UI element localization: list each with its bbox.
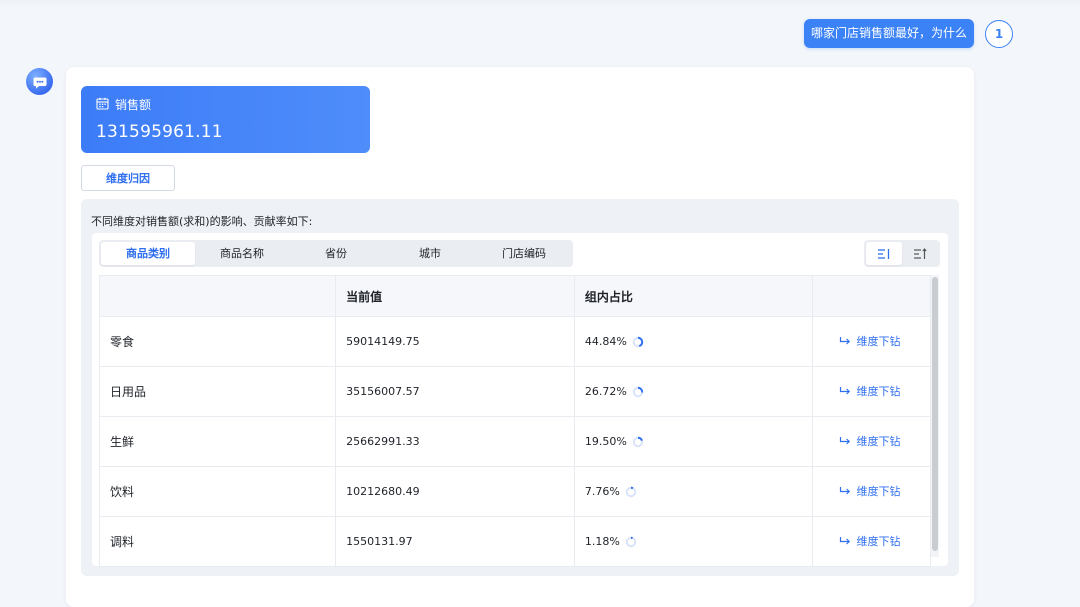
assistant-avatar-icon: [26, 68, 53, 95]
drill-down-icon: [840, 536, 851, 545]
table-row: 调料 1550131.97 1.18% 维度下钻: [98, 516, 931, 567]
row-share-cell: 26.72%: [573, 366, 814, 417]
row-share-cell: 7.76%: [573, 466, 814, 517]
share-wrap: 19.50%: [585, 435, 644, 448]
table-row: 饮料 10212680.49 7.76% 维度下钻: [98, 466, 931, 517]
row-current-value: 25662991.33: [335, 416, 575, 467]
row-dimension-name: 零食: [98, 316, 337, 367]
sort-toggle-group: [864, 240, 940, 267]
sort-descending-button[interactable]: [866, 242, 902, 265]
drill-down-button[interactable]: 维度下钻: [839, 383, 900, 399]
share-ring-icon: [632, 386, 644, 397]
top-fade: [0, 0, 1080, 8]
row-share-text: 44.84%: [584, 335, 627, 348]
row-current-value: 35156007.57: [335, 366, 575, 417]
drill-down-label: 维度下钻: [856, 485, 901, 499]
share-wrap: 7.76%: [585, 485, 637, 498]
drill-down-button[interactable]: 维度下钻: [839, 533, 900, 549]
metric-header: 销售额: [96, 96, 151, 113]
table-row: 零食 59014149.75 44.84% 维度下钻: [98, 316, 931, 367]
row-actions-cell: 维度下钻: [812, 516, 931, 567]
table-row: 日用品 35156007.57 26.72% 维度下钻: [98, 366, 931, 417]
user-avatar[interactable]: 1: [985, 20, 1013, 48]
attribution-description: 不同维度对销售额(求和)的影响、贡献率如下:: [91, 215, 313, 228]
metric-card: 销售额 131595961.11: [81, 86, 370, 153]
share-ring-track: [625, 486, 637, 497]
share-ring-icon: [632, 436, 644, 447]
share-wrap: 44.84%: [585, 335, 644, 348]
header-dimension: [98, 275, 337, 317]
user-question-bubble: 哪家门店销售额最好，为什么: [804, 19, 974, 48]
tab-2[interactable]: 省份: [289, 242, 383, 265]
table-header-row: 当前值 组内占比: [98, 275, 931, 317]
row-share-cell: 44.84%: [573, 316, 814, 367]
dimension-attribution-button[interactable]: 维度归因: [81, 165, 175, 191]
row-share-cell: 19.50%: [573, 416, 814, 467]
share-ring-icon: [625, 536, 637, 547]
table-row: 生鲜 25662991.33 19.50% 维度下钻: [98, 416, 931, 467]
row-dimension-name: 生鲜: [98, 416, 337, 467]
share-wrap: 1.18%: [585, 535, 637, 548]
row-dimension-name: 日用品: [98, 366, 337, 417]
row-current-value: 59014149.75: [335, 316, 575, 367]
calendar-icon: [96, 97, 109, 113]
row-share-text: 7.76%: [584, 485, 620, 498]
tab-1[interactable]: 商品名称: [195, 242, 289, 265]
row-dimension-name: 饮料: [98, 466, 337, 517]
sort-desc-icon: [878, 248, 890, 259]
drill-down-label: 维度下钻: [856, 335, 901, 349]
drill-down-button[interactable]: 维度下钻: [839, 333, 900, 349]
row-share-text: 19.50%: [584, 435, 627, 448]
scrollbar-thumb[interactable]: [932, 277, 938, 551]
drill-down-icon: [840, 386, 851, 395]
tab-4[interactable]: 门店编码: [477, 242, 571, 265]
row-actions-cell: 维度下钻: [812, 416, 931, 467]
row-dimension-name: 调料: [98, 516, 337, 567]
row-actions-cell: 维度下钻: [812, 316, 931, 367]
drill-down-label: 维度下钻: [856, 435, 901, 449]
dimension-tabs: 商品类别 商品名称 省份 城市 门店编码: [99, 240, 573, 267]
tab-3[interactable]: 城市: [383, 242, 477, 265]
metric-value: 131595961.11: [96, 122, 223, 142]
header-current-value: 当前值: [335, 275, 575, 317]
row-current-value: 10212680.49: [335, 466, 575, 517]
metric-label: 销售额: [115, 98, 152, 112]
row-actions-cell: 维度下钻: [812, 366, 931, 417]
row-share-cell: 1.18%: [573, 516, 814, 567]
header-actions: [812, 275, 931, 317]
attribution-table: 当前值 组内占比 零食 59014149.75 44.84% 维度下钻 日用品 35156…: [98, 275, 931, 567]
drill-down-icon: [840, 436, 851, 445]
row-current-value: 1550131.97: [335, 516, 575, 567]
header-group-share: 组内占比: [573, 275, 814, 317]
share-ring-icon: [632, 336, 644, 347]
sort-ascending-button[interactable]: [902, 242, 938, 265]
row-actions-cell: 维度下钻: [812, 466, 931, 517]
drill-down-button[interactable]: 维度下钻: [839, 483, 900, 499]
row-share-text: 26.72%: [584, 385, 627, 398]
drill-down-icon: [840, 336, 851, 345]
tab-0[interactable]: 商品类别: [101, 242, 195, 265]
row-share-text: 1.18%: [584, 535, 620, 548]
drill-down-label: 维度下钻: [856, 385, 901, 399]
share-wrap: 26.72%: [585, 385, 644, 398]
sort-asc-icon: [914, 247, 927, 259]
table-scrollbar[interactable]: [931, 275, 939, 557]
drill-down-button[interactable]: 维度下钻: [839, 433, 900, 449]
drill-down-icon: [840, 486, 851, 495]
share-ring-icon: [625, 486, 637, 497]
drill-down-label: 维度下钻: [856, 535, 901, 549]
share-ring-track: [625, 536, 637, 547]
